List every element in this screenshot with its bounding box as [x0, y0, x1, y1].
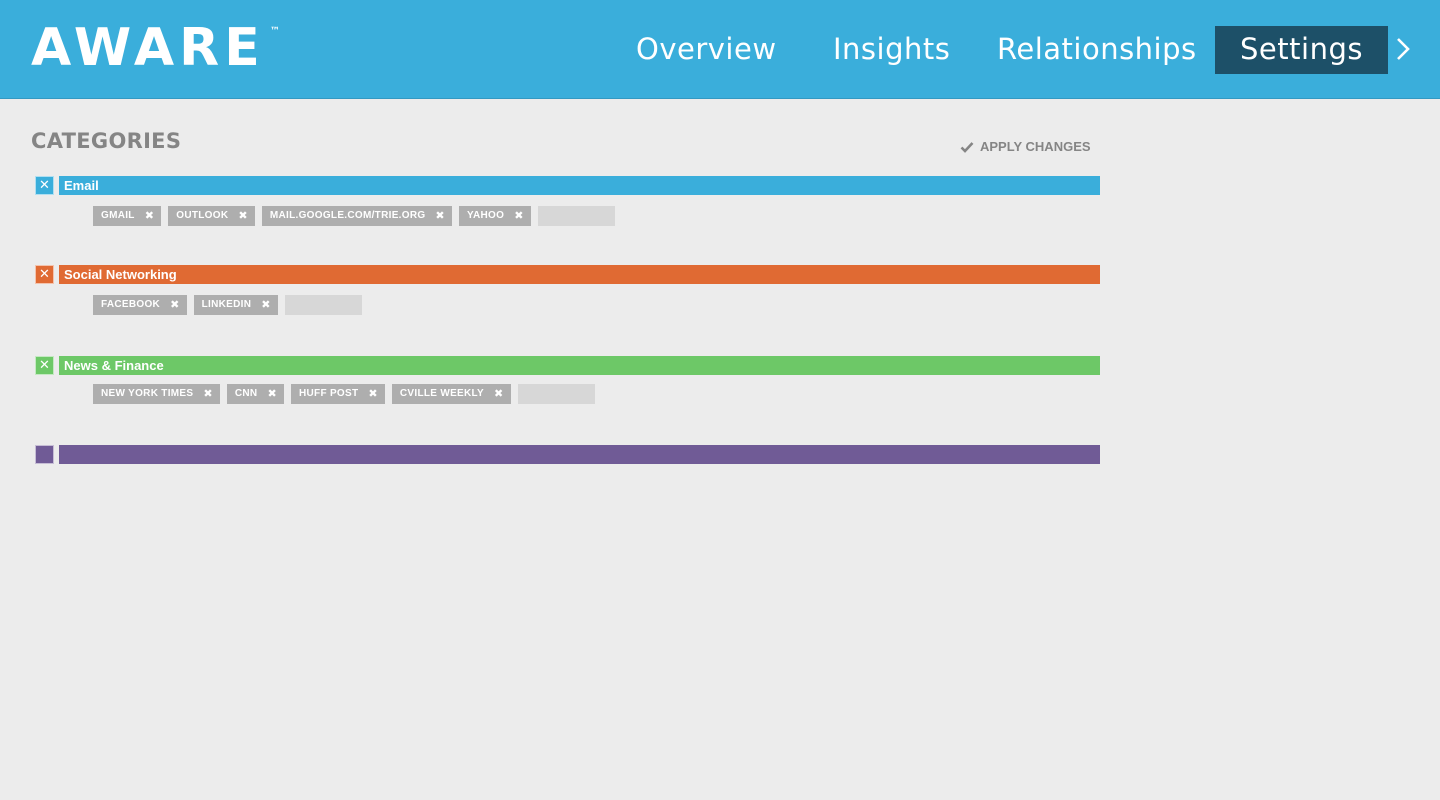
category-tag-list: GMAIL ✖ OUTLOOK ✖ MAIL.GOOGLE.COM/TRIE.ORG ✖ Y… — [93, 206, 615, 226]
tag-label: LINKEDIN — [201, 299, 252, 310]
page-title: CATEGORIES — [31, 129, 182, 153]
nav-insights[interactable]: Insights — [833, 26, 950, 74]
tag-remove-icon[interactable]: ✖ — [170, 295, 180, 315]
top-header: AWARE ™ Overview Insights Relationships … — [0, 0, 1440, 99]
category-tag-list: FACEBOOK ✖ LINKEDIN ✖ — [93, 295, 362, 315]
apply-changes-button[interactable]: APPLY CHANGES — [960, 139, 1091, 154]
category-tag-list: NEW YORK TIMES ✖ CNN ✖ HUFF POST ✖ CVILLE WEEK… — [93, 384, 595, 404]
tag-chip: OUTLOOK ✖ — [168, 206, 255, 226]
tag-label: MAIL.GOOGLE.COM/TRIE.ORG — [269, 210, 426, 221]
nav-settings[interactable]: Settings — [1215, 26, 1388, 74]
tag-label: GMAIL — [101, 210, 135, 221]
add-tag-input[interactable] — [537, 206, 615, 226]
tag-chip: LINKEDIN ✖ — [193, 295, 278, 315]
tag-remove-icon[interactable]: ✖ — [203, 384, 213, 404]
tag-remove-icon[interactable]: ✖ — [514, 206, 524, 226]
tag-label: OUTLOOK — [176, 210, 229, 221]
chevron-right-icon[interactable] — [1394, 36, 1412, 62]
tag-chip: CVILLE WEEKLY ✖ — [391, 384, 511, 404]
nav-overview[interactable]: Overview — [636, 26, 777, 74]
tag-remove-icon[interactable]: ✖ — [267, 384, 277, 404]
tag-remove-icon[interactable]: ✖ — [145, 206, 155, 226]
tag-chip: GMAIL ✖ — [93, 206, 162, 226]
tag-chip: FACEBOOK ✖ — [93, 295, 187, 315]
tag-chip: CNN ✖ — [226, 384, 284, 404]
category-name-bar[interactable]: News & Finance — [59, 356, 1100, 375]
aware-logo[interactable]: AWARE — [31, 18, 265, 78]
tag-remove-icon[interactable]: ✖ — [368, 384, 378, 404]
tag-label: NEW YORK TIMES — [101, 388, 194, 399]
tag-chip: NEW YORK TIMES ✖ — [93, 384, 220, 404]
category-remove-button[interactable]: ✕ — [35, 356, 54, 375]
tag-chip: HUFF POST ✖ — [291, 384, 385, 404]
tag-label: YAHOO — [466, 210, 505, 221]
category-remove-button[interactable]: ✕ — [35, 265, 54, 284]
new-category-name-bar[interactable] — [59, 445, 1100, 464]
tag-remove-icon[interactable]: ✖ — [261, 295, 271, 315]
add-tag-input[interactable] — [517, 384, 595, 404]
new-category-toggle[interactable] — [35, 445, 54, 464]
trademark-mark: ™ — [270, 26, 280, 37]
nav-relationships[interactable]: Relationships — [997, 26, 1197, 74]
tag-remove-icon[interactable]: ✖ — [435, 206, 445, 226]
tag-remove-icon[interactable]: ✖ — [238, 206, 248, 226]
category-name-bar[interactable]: Social Networking — [59, 265, 1100, 284]
category-remove-button[interactable]: ✕ — [35, 176, 54, 195]
tag-label: FACEBOOK — [101, 299, 161, 310]
add-tag-input[interactable] — [284, 295, 362, 315]
tag-label: CNN — [234, 388, 258, 399]
checkmark-icon — [960, 141, 974, 153]
tag-label: HUFF POST — [299, 388, 359, 399]
tag-chip: YAHOO ✖ — [458, 206, 531, 226]
category-name-bar[interactable]: Email — [59, 176, 1100, 195]
tag-chip: MAIL.GOOGLE.COM/TRIE.ORG ✖ — [261, 206, 452, 226]
tag-label: CVILLE WEEKLY — [399, 388, 485, 399]
tag-remove-icon[interactable]: ✖ — [494, 384, 504, 404]
apply-changes-label: APPLY CHANGES — [980, 139, 1091, 154]
